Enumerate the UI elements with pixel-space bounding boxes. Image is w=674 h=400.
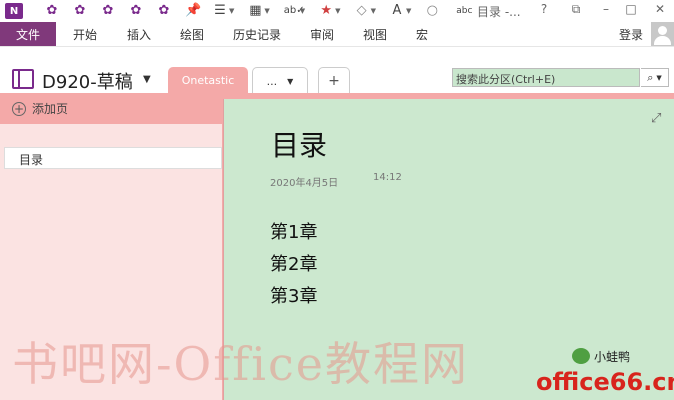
purple-gear-icon[interactable]: ✿ [45,4,59,18]
login-link[interactable]: 登录 [619,26,643,43]
spelling-icon[interactable]: ab✓ [284,4,305,18]
chevron-down-icon[interactable]: ▼ [300,7,305,15]
page-date: 2020年4月5日 [270,178,339,189]
add-page-label: 添加页 [32,102,69,116]
chapter-line[interactable]: 第2章 [270,250,317,276]
watermark-site: office66.cn [536,368,674,396]
notebook-icon[interactable] [12,69,34,89]
avatar[interactable] [651,22,674,46]
page-time: 14:12 [373,172,402,183]
search-icon: ⌕ [647,70,654,84]
tab-macro[interactable]: 宏 [416,26,428,43]
font-color-icon[interactable]: A [390,4,404,18]
watermark-frog-text: 小蛙鸭 [594,350,631,364]
plus-circle-icon: + [12,101,26,116]
tab-file[interactable]: 文件 [0,22,56,46]
tag-icon[interactable]: ★ [319,4,333,18]
section-tab-onetastic[interactable]: Onetastic [168,67,248,94]
tab-view[interactable]: 视图 [363,26,387,43]
add-section-button[interactable]: + [318,67,350,94]
purple-gear-icon[interactable]: ✿ [129,4,143,18]
chapter-line[interactable]: 第3章 [270,282,317,308]
section-more-label: ... [266,74,278,88]
add-page-button[interactable]: + 添加页 [0,93,222,124]
watermark-text: 书吧网-Office教程网 [12,337,470,391]
chevron-down-icon: ▼ [656,73,662,82]
document-title: 目录 -... [477,5,521,19]
frog-logo-icon [572,348,590,364]
pin-icon[interactable]: 📌 [185,4,201,18]
avatar-body [654,36,671,45]
restore-icon[interactable]: ⧉ [568,2,584,17]
expand-icon[interactable]: ⤢ [651,111,661,126]
purple-gear-icon[interactable]: ✿ [157,4,171,18]
tab-home[interactable]: 开始 [73,26,97,43]
notebook-name[interactable]: D920-草稿 [42,68,133,94]
chevron-down-icon: ▼ [287,76,294,86]
tab-draw[interactable]: 绘图 [180,26,204,43]
list-icon[interactable]: ☰ [213,4,227,18]
chevron-down-icon[interactable]: ▼ [264,7,269,15]
help-button[interactable]: ? [536,2,552,16]
circle-icon[interactable]: ○ [425,4,439,18]
chevron-down-icon[interactable]: ▼ [143,74,151,85]
highlighter-icon[interactable]: ◇ [355,4,369,18]
tab-insert[interactable]: 插入 [127,26,151,43]
chapter-line[interactable]: 第1章 [270,218,317,244]
section-tab-more[interactable]: ... ▼ [252,67,308,94]
close-button[interactable]: ✕ [652,2,668,16]
table-icon[interactable]: ▦ [248,4,262,18]
notebook-bar: D920-草稿 ▼ Onetastic ... ▼ + 搜索此分区(Ctrl+E)… [0,46,674,94]
chevron-down-icon[interactable]: ▼ [371,7,376,15]
chevron-down-icon[interactable]: ▼ [406,7,411,15]
chevron-down-icon[interactable]: ▼ [229,7,234,15]
tab-review[interactable]: 审阅 [310,26,334,43]
tab-history[interactable]: 历史记录 [233,26,281,43]
page-title[interactable]: 目录 [271,124,327,164]
purple-gear-icon[interactable]: ✿ [73,4,87,18]
maximize-button[interactable]: □ [623,2,639,16]
search-input[interactable]: 搜索此分区(Ctrl+E) [452,68,640,87]
purple-gear-icon[interactable]: ✿ [101,4,115,18]
search-button[interactable]: ⌕ ▼ [641,68,669,87]
quick-access-toolbar: N ✿ ✿ ✿ ✿ ✿ 📌 ☰ ▼ ▦ ▼ ab✓ ▼ ★ ▼ ◇ ▼ A ▼ ○ abc … [0,0,674,22]
minimize-button[interactable]: – [598,2,614,16]
onenote-logo: N [5,3,23,19]
ribbon-tabs: 文件 开始 插入 绘图 历史记录 审阅 视图 宏 登录 [0,22,674,46]
avatar-head [658,26,667,35]
page-list-item[interactable]: 目录 [4,147,222,169]
chevron-down-icon[interactable]: ▼ [335,7,340,15]
abc-icon[interactable]: abc [453,4,475,18]
